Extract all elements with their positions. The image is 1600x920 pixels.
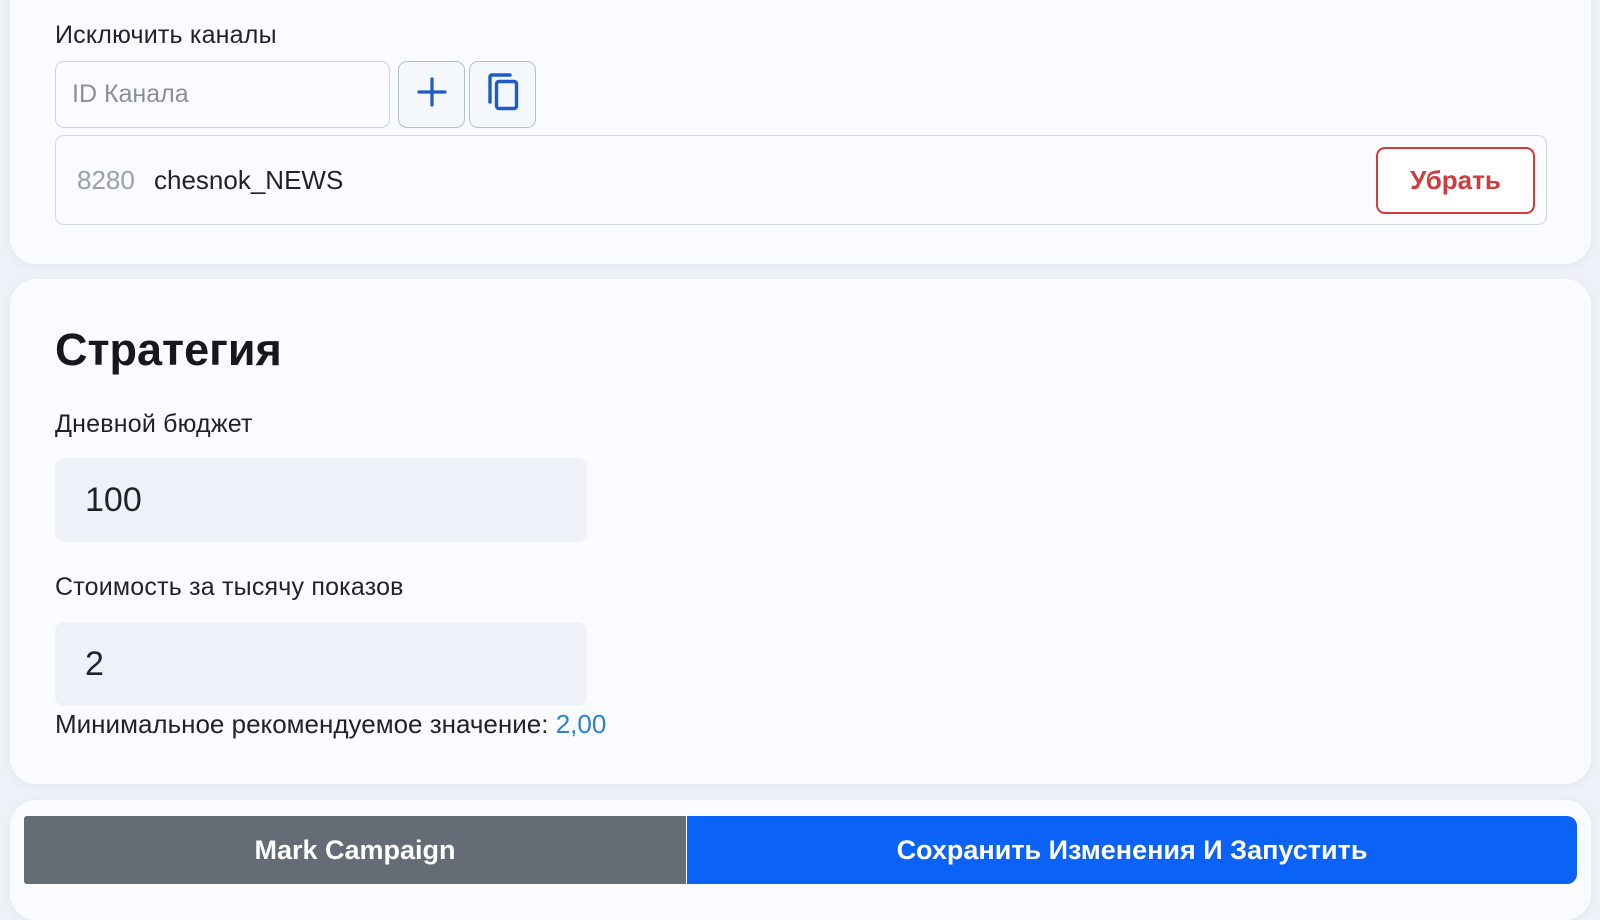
daily-budget-input[interactable] bbox=[55, 458, 587, 542]
channel-id-input[interactable] bbox=[55, 61, 390, 128]
plus-icon bbox=[416, 76, 448, 113]
hint-text: Минимальное рекомендуемое значение: bbox=[55, 709, 549, 739]
strategy-title: Стратегия bbox=[55, 324, 282, 375]
exclude-channels-card: Исключить каналы 8280 chesnok_NEWS Убрат… bbox=[10, 0, 1591, 264]
channel-name: chesnok_NEWS bbox=[154, 165, 344, 195]
channel-id: 8280 bbox=[77, 165, 135, 195]
cpm-label: Стоимость за тысячу показов bbox=[55, 573, 404, 601]
min-recommended-hint: Минимальное рекомендуемое значение: 2,00 bbox=[55, 709, 606, 740]
add-channel-button[interactable] bbox=[398, 61, 465, 128]
actions-card: Mark Campaign Сохранить Изменения И Запу… bbox=[10, 800, 1591, 920]
exclude-channels-label: Исключить каналы bbox=[55, 21, 277, 49]
cpm-input[interactable] bbox=[55, 622, 587, 706]
hint-value: 2,00 bbox=[555, 709, 607, 739]
excluded-channel-row: 8280 chesnok_NEWS Убрать bbox=[55, 135, 1547, 225]
copy-icon bbox=[483, 72, 523, 117]
mark-campaign-button[interactable]: Mark Campaign bbox=[24, 816, 686, 884]
save-and-launch-button[interactable]: Сохранить Изменения И Запустить bbox=[687, 816, 1577, 884]
paste-channels-button[interactable] bbox=[469, 61, 536, 128]
remove-channel-button[interactable]: Убрать bbox=[1376, 147, 1535, 214]
daily-budget-label: Дневной бюджет bbox=[55, 410, 253, 438]
strategy-card: Стратегия Дневной бюджет Стоимость за ты… bbox=[10, 279, 1591, 784]
